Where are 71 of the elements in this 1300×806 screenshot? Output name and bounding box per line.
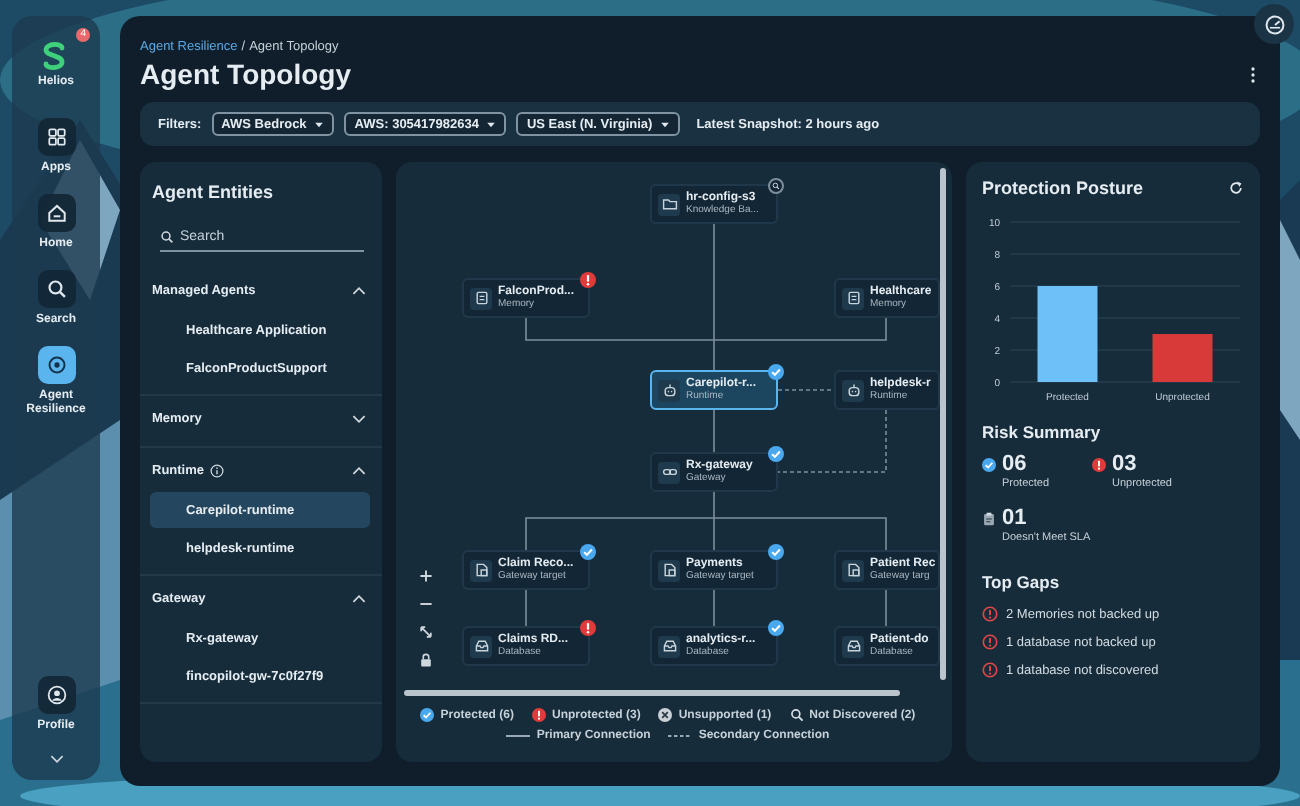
- bar: [1152, 334, 1213, 382]
- x-icon: [658, 708, 673, 722]
- database-icon: [473, 638, 489, 654]
- clipboard-icon: [982, 511, 996, 525]
- alert-icon: [982, 634, 998, 650]
- fit-view-icon[interactable]: [418, 624, 434, 640]
- connector-line: [525, 589, 527, 627]
- caret-icon: [486, 121, 497, 127]
- check-icon: [420, 708, 435, 722]
- robot-icon: [845, 382, 861, 398]
- risk-count: 06: [1002, 452, 1027, 476]
- alert-icon: [531, 708, 546, 722]
- target-doc-icon: [473, 562, 489, 578]
- page-title: Agent Topology: [140, 58, 351, 90]
- section-title: Top Gaps: [982, 572, 1062, 592]
- check-icon: [768, 446, 784, 462]
- risk-count: 03: [1112, 452, 1137, 476]
- target-doc-icon: [845, 562, 861, 578]
- scrollbar[interactable]: [404, 690, 900, 696]
- memory-chip-icon: [845, 290, 861, 306]
- lock-icon[interactable]: [418, 652, 434, 668]
- house-icon: [37, 194, 75, 232]
- more-button[interactable]: [1246, 65, 1260, 83]
- database-icon: [845, 638, 861, 654]
- target-doc-icon: [661, 562, 677, 578]
- chevron-down-icon[interactable]: [49, 754, 63, 764]
- scrollbar[interactable]: [940, 168, 946, 680]
- chevron-down-icon: [352, 413, 366, 423]
- refresh-icon[interactable]: [1228, 180, 1244, 196]
- check-icon: [768, 544, 784, 560]
- connector-line: [885, 589, 887, 627]
- alert-icon: [580, 272, 596, 288]
- panel-title: Protection Posture: [982, 178, 1144, 198]
- connector-line: [777, 409, 887, 473]
- link-icon: [661, 464, 677, 480]
- database-icon: [661, 638, 677, 654]
- dashed-line-icon: [668, 734, 693, 738]
- robot-icon: [661, 382, 677, 398]
- check-icon: [982, 457, 996, 471]
- caret-icon: [660, 121, 671, 127]
- bar: [1037, 286, 1098, 382]
- risk-count: 01: [1002, 506, 1027, 530]
- memory-chip-icon: [473, 290, 489, 306]
- gauge-icon: [1263, 13, 1285, 35]
- search-icon: [160, 230, 174, 244]
- info-icon: [210, 463, 224, 477]
- chevron-up-icon: [352, 285, 366, 295]
- connector-line: [713, 589, 715, 627]
- zoom-in-icon[interactable]: [418, 568, 434, 584]
- alert-icon: [1092, 457, 1106, 471]
- connector-line: [777, 389, 835, 391]
- alert-icon: [982, 662, 998, 678]
- user-icon: [37, 676, 75, 714]
- chevron-up-icon: [352, 593, 366, 603]
- alert-icon: [982, 606, 998, 622]
- section-title: Risk Summary: [982, 422, 1103, 442]
- check-icon: [768, 364, 784, 380]
- target-icon: [37, 346, 75, 384]
- chevron-up-icon: [352, 465, 366, 475]
- search-icon: [789, 708, 804, 722]
- check-icon: [580, 544, 596, 560]
- connector-line: [713, 409, 715, 453]
- panel-title: Agent Entities: [150, 182, 276, 202]
- search-icon: [768, 178, 784, 194]
- caret-icon: [314, 121, 325, 127]
- check-icon: [768, 620, 784, 636]
- folder-icon: [661, 196, 677, 212]
- solid-line-icon: [506, 734, 531, 738]
- alert-icon: [580, 620, 596, 636]
- grid-icon: [37, 118, 75, 156]
- search-icon: [37, 270, 75, 308]
